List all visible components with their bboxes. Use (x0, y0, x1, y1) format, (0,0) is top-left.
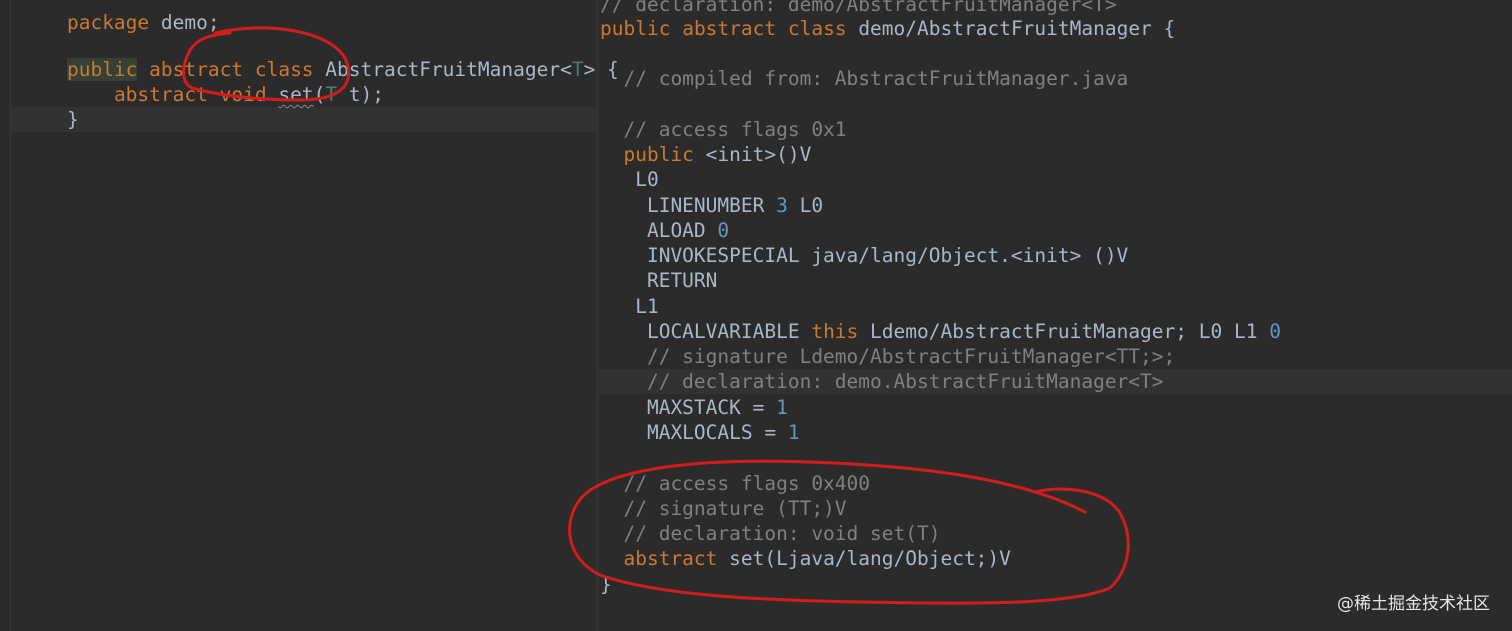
bytecode-line[interactable]: // signature Ldemo/AbstractFruitManager<… (600, 344, 1175, 369)
bytecode-line[interactable]: RETURN (600, 268, 717, 293)
type-parameter: T (325, 83, 338, 106)
bytecode-line[interactable]: public <init>()V (600, 142, 811, 167)
gutter-separator (10, 0, 11, 631)
bytecode-line[interactable]: // declaration: demo/AbstractFruitManage… (600, 0, 1117, 17)
bytecode-line[interactable]: // declaration: void set(T) (600, 521, 940, 546)
code-line-method-decl[interactable]: abstract void set(T t); (20, 57, 384, 106)
left-editor-pane[interactable]: package demo; public abstract class Abst… (0, 0, 619, 631)
bytecode-line[interactable]: // compiled from: AbstractFruitManager.j… (600, 66, 1128, 91)
bytecode-line[interactable]: MAXLOCALS = 1 (600, 420, 800, 445)
keyword-void: void (219, 83, 267, 106)
bytecode-close-brace[interactable]: } (600, 572, 612, 597)
type-parameter: T (571, 58, 584, 81)
watermark: @稀土掘金技术社区 (1337, 594, 1490, 614)
code-line-package[interactable]: package demo; (20, 0, 220, 34)
code-line-class-decl[interactable]: public abstract class AbstractFruitManag… (20, 32, 619, 81)
current-line-highlight (11, 107, 596, 132)
bytecode-label[interactable]: L0 (600, 167, 658, 192)
bytecode-line[interactable]: // signature (TT;)V (600, 496, 846, 521)
bytecode-line[interactable]: ALOAD 0 (600, 218, 729, 243)
bytecode-line[interactable]: // access flags 0x1 (600, 117, 846, 142)
bytecode-label[interactable]: L1 (600, 294, 658, 319)
bytecode-line[interactable]: INVOKESPECIAL java/lang/Object.<init> ()… (600, 243, 1128, 268)
bytecode-class-decl[interactable]: public abstract class demo/AbstractFruit… (600, 16, 1175, 41)
bytecode-line[interactable]: // access flags 0x400 (600, 471, 870, 496)
keyword-abstract: abstract (113, 83, 208, 106)
bytecode-viewer-pane[interactable]: // declaration: demo/AbstractFruitManage… (599, 0, 1512, 631)
code-line-close-brace[interactable]: } (20, 82, 79, 131)
bytecode-abstract-method[interactable]: abstract set(Ljava/lang/Object;)V (600, 546, 1010, 571)
keyword-package: package (66, 11, 150, 34)
bytecode-line[interactable]: LINENUMBER 3 L0 (600, 193, 823, 218)
bytecode-line[interactable]: LOCALVARIABLE this Ldemo/AbstractFruitMa… (600, 319, 1281, 344)
method-name-set: set (278, 83, 314, 106)
bytecode-line[interactable]: MAXSTACK = 1 (600, 395, 788, 420)
bytecode-line[interactable]: // declaration: demo.AbstractFruitManage… (600, 369, 1164, 394)
